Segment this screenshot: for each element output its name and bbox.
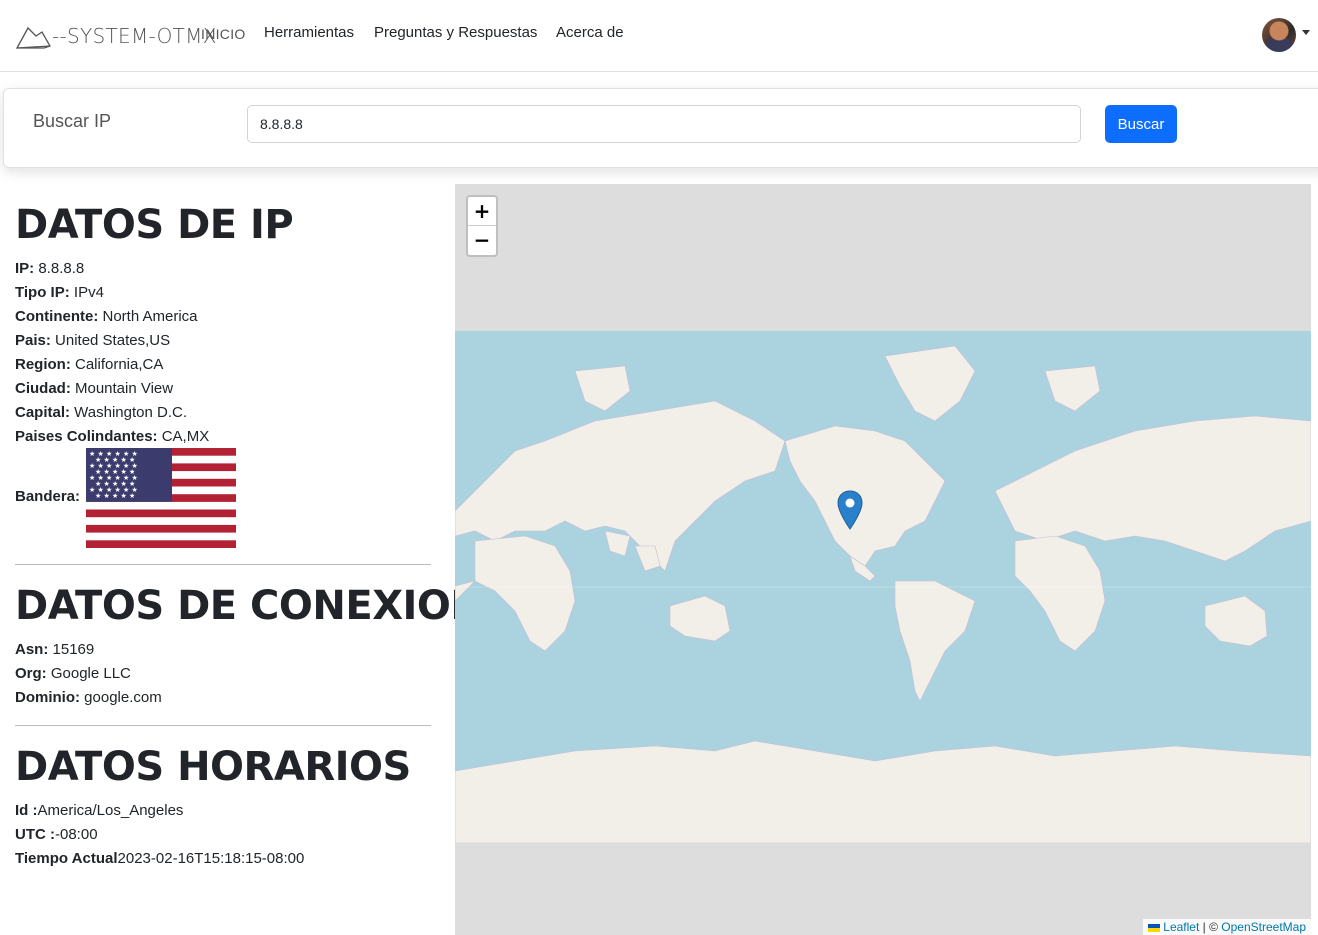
row-value: CA,MX [157, 428, 210, 445]
nav-herramientas[interactable]: Herramientas [264, 24, 354, 41]
ip-type-row: Tipo IP: IPv4 [15, 284, 104, 301]
nav-acerca-de[interactable]: Acerca de [556, 24, 624, 41]
svg-text:★ ★ ★ ★ ★: ★ ★ ★ ★ ★ [95, 492, 135, 500]
row-label: Org: [15, 665, 47, 682]
row-label: Tiempo Actual [15, 850, 118, 867]
user-avatar[interactable] [1262, 18, 1296, 52]
row-label: Pais: [15, 332, 51, 349]
continent-row: Continente: North America [15, 308, 198, 325]
search-card: Buscar IP Buscar [3, 88, 1318, 168]
cloud-outline-icon [15, 26, 51, 49]
divider [15, 725, 431, 726]
divider [15, 564, 431, 565]
row-value: Mountain View [70, 380, 174, 397]
flag-label: Bandera: [15, 488, 81, 505]
row-value: IPv4 [69, 284, 104, 301]
map-zoom-control: + − [466, 195, 498, 257]
row-value: California,CA [70, 356, 164, 373]
row-value: North America [98, 308, 198, 325]
row-label: Paises Colindantes: [15, 428, 158, 445]
country-row: Pais: United States,US [15, 332, 170, 349]
ip-row: IP: 8.8.8.8 [15, 260, 84, 277]
nav-inicio[interactable]: INICIO [201, 26, 246, 42]
brand-link[interactable]: --SYSTEM-OTMX [14, 20, 217, 52]
caret-down-icon[interactable] [1302, 30, 1310, 35]
row-value: America/Los_Angeles [37, 802, 184, 819]
search-label: Buscar IP [33, 111, 112, 131]
zoom-in-button[interactable]: + [468, 197, 496, 226]
row-label: Ciudad: [15, 380, 71, 397]
map-pin-icon[interactable] [837, 490, 863, 530]
ip-section-title: DATOS DE IP [15, 202, 294, 248]
row-value: -08:00 [55, 826, 98, 843]
utc-row: UTC :-08:00 [15, 826, 98, 843]
row-label: Capital: [15, 404, 71, 421]
brand-name: --SYSTEM-OTMX [52, 24, 217, 48]
city-row: Ciudad: Mountain View [15, 380, 173, 397]
row-value: United States,US [50, 332, 171, 349]
neighbors-row: Paises Colindantes: CA,MX [15, 428, 209, 445]
info-panel: DATOS DE IP IP: 8.8.8.8 Tipo IP: IPv4 Co… [3, 184, 484, 935]
openstreetmap-link[interactable]: OpenStreetMap [1221, 920, 1306, 934]
search-button[interactable]: Buscar [1105, 105, 1177, 143]
row-label: Dominio: [15, 689, 80, 706]
world-map-tiles[interactable] [455, 331, 1311, 843]
row-value: 15169 [48, 641, 95, 658]
row-label: Asn: [15, 641, 49, 658]
row-value: Google LLC [46, 665, 131, 682]
leaflet-link[interactable]: Leaflet [1163, 920, 1199, 934]
row-label: Tipo IP: [15, 284, 70, 301]
row-label: UTC : [15, 826, 55, 843]
row-label: Continente: [15, 308, 99, 325]
region-row: Region: California,CA [15, 356, 163, 373]
navbar: --SYSTEM-OTMX INICIO Herramientas Pregun… [0, 0, 1318, 72]
row-value: 8.8.8.8 [34, 260, 85, 277]
current-time-row: Tiempo Actual2023-02-16T15:18:15-08:00 [15, 850, 304, 867]
row-label: Region: [15, 356, 71, 373]
row-value: google.com [80, 689, 162, 706]
capital-row: Capital: Washington D.C. [15, 404, 187, 421]
asn-row: Asn: 15169 [15, 641, 94, 658]
org-row: Org: Google LLC [15, 665, 131, 682]
us-flag-image: ★ ★ ★ ★ ★ ★ ★ ★ ★ ★ ★ ★ ★ ★ ★ ★ ★ ★ ★ ★ … [86, 448, 236, 548]
map-attribution: Leaflet | © OpenStreetMap [1143, 919, 1311, 935]
timezone-id-row: Id :America/Los_Angeles [15, 802, 183, 819]
map-container[interactable]: + − Leaflet | © OpenStreetMap [455, 184, 1311, 935]
ip-search-input[interactable] [247, 105, 1081, 143]
row-value: 2023-02-16T15:18:15-08:00 [117, 850, 305, 867]
row-value: Washington D.C. [70, 404, 188, 421]
attribution-separator: | © [1199, 920, 1222, 934]
domain-row: Dominio: google.com [15, 689, 162, 706]
ukraine-flag-icon [1148, 924, 1161, 932]
connection-section-title: DATOS DE CONEXION [15, 583, 484, 629]
zoom-out-button[interactable]: − [468, 226, 496, 255]
row-label: IP: [15, 260, 35, 277]
row-label: Id : [15, 802, 38, 819]
nav-preguntas-respuestas[interactable]: Preguntas y Respuestas [374, 24, 537, 41]
time-section-title: DATOS HORARIOS [15, 744, 411, 790]
